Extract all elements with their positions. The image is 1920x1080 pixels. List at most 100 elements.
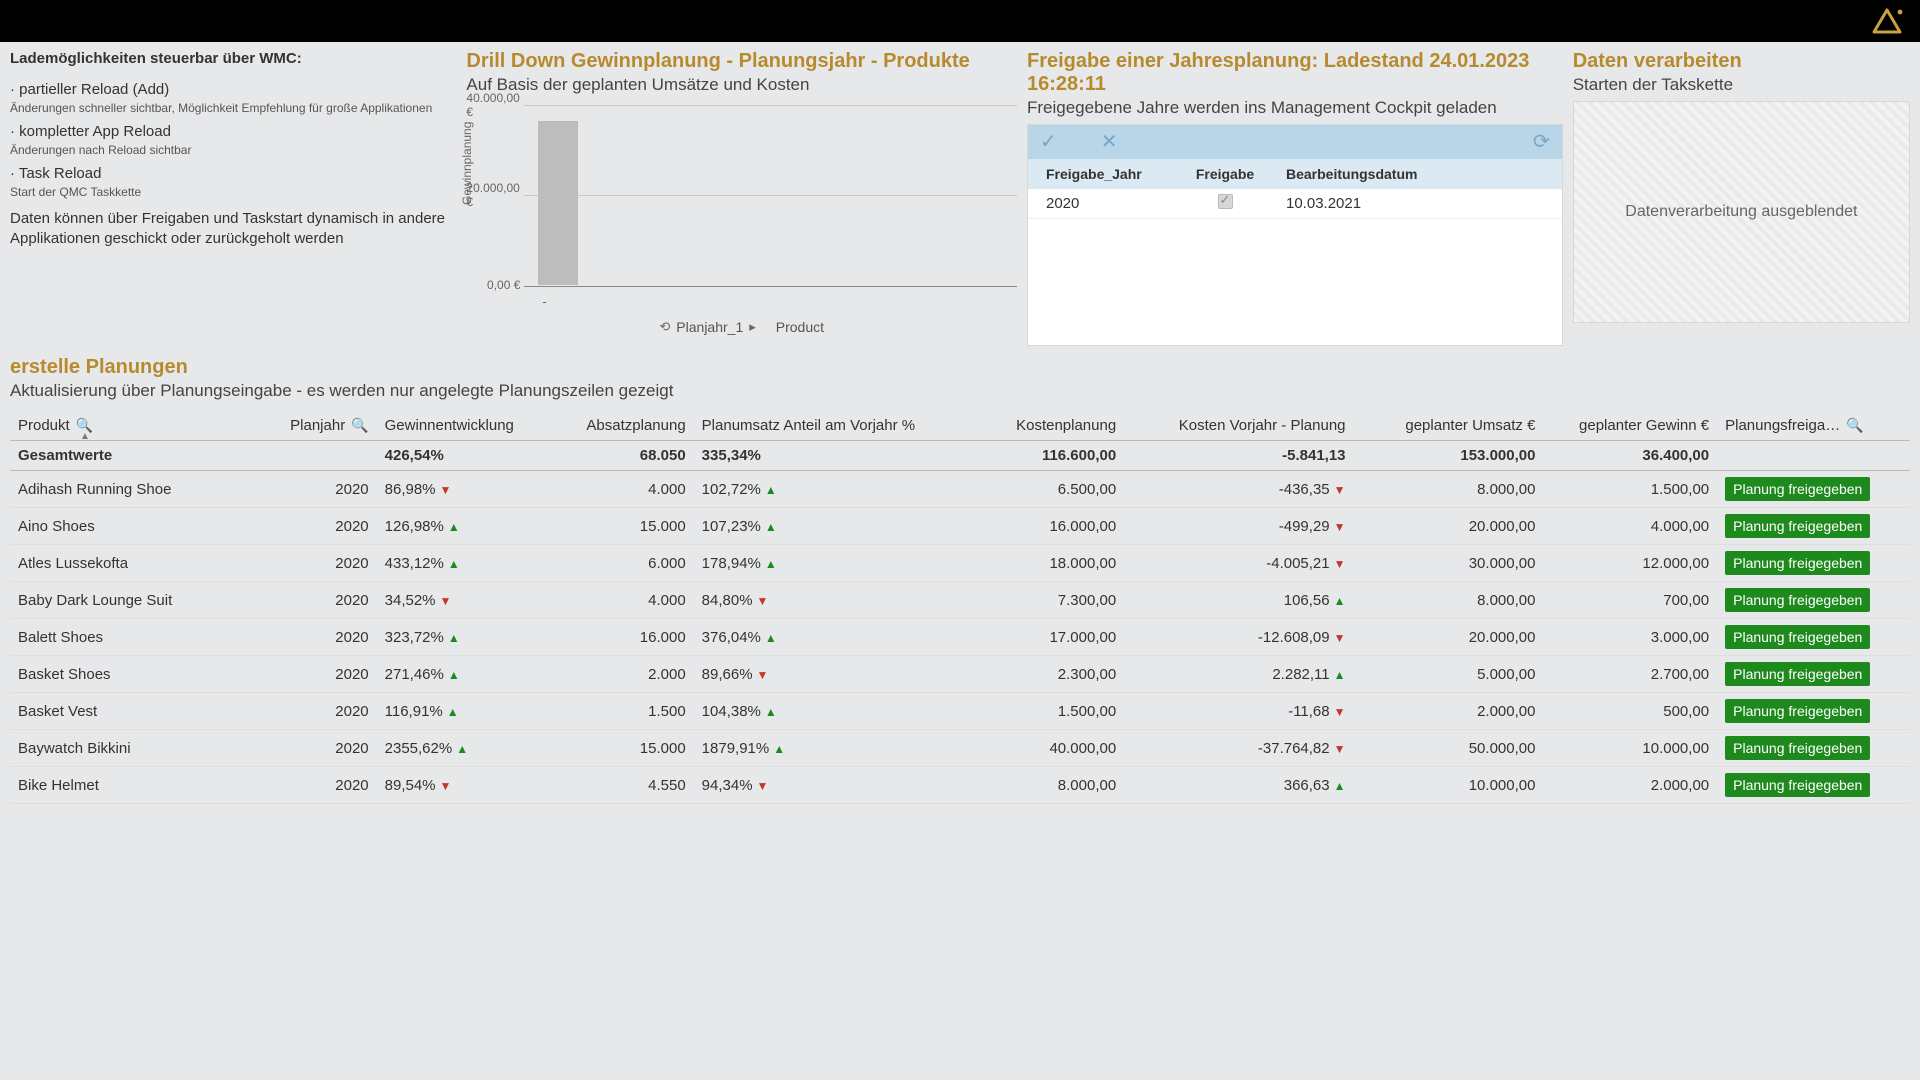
cell-planjahr: 2020 — [270, 619, 377, 656]
release-row[interactable]: 202010.03.2021 — [1028, 189, 1562, 219]
cell-umsatz: 2.000,00 — [1354, 693, 1544, 730]
col-freigabe-jahr[interactable]: Freigabe_Jahr — [1040, 166, 1170, 182]
confirm-icon[interactable]: ✓ — [1040, 132, 1057, 152]
chart-dim-1[interactable]: Planjahr_1 — [676, 319, 743, 335]
col-absatzplanung[interactable]: Absatzplanung — [550, 411, 694, 441]
cell-umsatz: 30.000,00 — [1354, 545, 1544, 582]
table-row[interactable]: Bike Helmet202089,54%▼4.55094,34%▼8.000,… — [10, 767, 1910, 804]
table-row[interactable]: Aino Shoes2020126,98%▲15.000107,23%▲16.0… — [10, 508, 1910, 545]
col-planumsatz-vorjahr[interactable]: Planumsatz Anteil am Vorjahr % — [694, 411, 940, 441]
plan-section: erstelle Planungen Aktualisierung über P… — [0, 352, 1920, 804]
cell-produkt: Baywatch Bikkini — [10, 730, 270, 767]
trend-up-icon: ▲ — [1334, 594, 1346, 608]
cell-kostendiff: -4.005,21▼ — [1124, 545, 1353, 582]
search-icon[interactable]: 🔍 — [1846, 417, 1863, 433]
total-kostendiff: -5.841,13 — [1124, 441, 1353, 471]
status-badge: Planung freigegeben — [1725, 477, 1870, 501]
col-geplanter-gewinn[interactable]: geplanter Gewinn € — [1543, 411, 1717, 441]
cell-kostendiff: 2.282,11▲ — [1124, 656, 1353, 693]
cell-absatz: 4.000 — [550, 471, 694, 508]
trend-up-icon: ▲ — [765, 631, 777, 645]
total-row: Gesamtwerte426,54%68.050335,34%116.600,0… — [10, 441, 1910, 471]
cell-absatz: 15.000 — [550, 730, 694, 767]
table-row[interactable]: Baby Dark Lounge Suit202034,52%▼4.00084,… — [10, 582, 1910, 619]
cell-kostendiff: -436,35▼ — [1124, 471, 1353, 508]
release-checkbox[interactable] — [1218, 194, 1233, 209]
cell-gewinn-e: 1.500,00 — [1543, 471, 1717, 508]
col-bearbeitungsdatum[interactable]: Bearbeitungsdatum — [1280, 166, 1550, 182]
drill-forward-icon[interactable]: ▸ — [749, 319, 756, 335]
chart-x-category: - — [542, 294, 546, 309]
cell-planjahr: 2020 — [270, 508, 377, 545]
cell-absatz: 4.550 — [550, 767, 694, 804]
drill-back-icon[interactable]: ⟲ — [659, 319, 670, 335]
cancel-icon[interactable]: ✕ — [1101, 132, 1118, 152]
cell-kosten: 18.000,00 — [940, 545, 1124, 582]
cell-planjahr: 2020 — [270, 582, 377, 619]
table-row[interactable]: Balett Shoes2020323,72%▲16.000376,04%▲17… — [10, 619, 1910, 656]
col-planungsfreigabe[interactable]: Planungsfreiga…🔍 — [1717, 411, 1910, 441]
chart-x-axis — [524, 286, 1017, 287]
cell-kostendiff: -499,29▼ — [1124, 508, 1353, 545]
trend-up-icon: ▲ — [765, 705, 777, 719]
table-row[interactable]: Atles Lussekofta2020433,12%▲6.000178,94%… — [10, 545, 1910, 582]
cell-gewinn: 89,54%▼ — [377, 767, 551, 804]
cell-absatz: 6.000 — [550, 545, 694, 582]
chart-bar[interactable] — [538, 121, 578, 285]
reload-heading: Lademöglichkeiten steuerbar über WMC: — [10, 50, 456, 67]
process-placeholder: Datenverarbeitung ausgeblendet — [1573, 101, 1910, 323]
cell-vorjahr: 107,23%▲ — [694, 508, 940, 545]
trend-up-icon: ▲ — [1334, 668, 1346, 682]
cell-freigabe: Planung freigegeben — [1717, 730, 1910, 767]
process-subtitle: Starten der Takskette — [1573, 75, 1910, 95]
cell-kosten: 8.000,00 — [940, 767, 1124, 804]
cell-freigabe: Planung freigegeben — [1717, 693, 1910, 730]
chart-subtitle: Auf Basis der geplanten Umsätze und Kost… — [466, 75, 1017, 95]
total-absatz: 68.050 — [550, 441, 694, 471]
cell-gewinn: 2355,62%▲ — [377, 730, 551, 767]
trend-down-icon: ▼ — [1334, 557, 1346, 571]
cell-gewinn: 86,98%▼ — [377, 471, 551, 508]
trend-up-icon: ▲ — [447, 705, 459, 719]
cell-gewinn-e: 12.000,00 — [1543, 545, 1717, 582]
release-title: Freigabe einer Jahresplanung: Ladestand … — [1027, 50, 1563, 96]
cell-produkt: Balett Shoes — [10, 619, 270, 656]
table-row[interactable]: Basket Vest2020116,91%▲1.500104,38%▲1.50… — [10, 693, 1910, 730]
col-kosten-vorjahr-diff[interactable]: Kosten Vorjahr - Planung — [1124, 411, 1353, 441]
table-row[interactable]: Adihash Running Shoe202086,98%▼4.000102,… — [10, 471, 1910, 508]
table-row[interactable]: Basket Shoes2020271,46%▲2.00089,66%▼2.30… — [10, 656, 1910, 693]
col-kostenplanung[interactable]: Kostenplanung — [940, 411, 1124, 441]
chart-panel: Drill Down Gewinnplanung - Planungsjahr … — [466, 50, 1017, 346]
cell-gewinn: 34,52%▼ — [377, 582, 551, 619]
refresh-icon[interactable]: ⟳ — [1533, 132, 1550, 152]
table-row[interactable]: Baywatch Bikkini20202355,62%▲15.0001879,… — [10, 730, 1910, 767]
cell-absatz: 2.000 — [550, 656, 694, 693]
col-geplanter-umsatz[interactable]: geplanter Umsatz € — [1354, 411, 1544, 441]
trend-down-icon: ▼ — [1334, 483, 1346, 497]
cell-planjahr: 2020 — [270, 471, 377, 508]
cell-kosten: 7.300,00 — [940, 582, 1124, 619]
trend-down-icon: ▼ — [1334, 631, 1346, 645]
cell-vorjahr: 178,94%▲ — [694, 545, 940, 582]
col-produkt[interactable]: Produkt🔍 ▲ — [10, 411, 270, 441]
trend-down-icon: ▼ — [757, 779, 769, 793]
cell-gewinn-e: 500,00 — [1543, 693, 1717, 730]
chart-area[interactable]: Gewinnplanung 40.000,00 € 20.000,00 € 0,… — [466, 105, 1017, 315]
cell-freigabe: Planung freigegeben — [1717, 619, 1910, 656]
trend-down-icon: ▼ — [1334, 742, 1346, 756]
chart-dim-2[interactable]: Product — [776, 319, 824, 335]
col-freigabe[interactable]: Freigabe — [1170, 166, 1280, 182]
col-planjahr[interactable]: Planjahr🔍 — [270, 411, 377, 441]
cell-kostendiff: -12.608,09▼ — [1124, 619, 1353, 656]
cell-gewinn: 271,46%▲ — [377, 656, 551, 693]
cell-freigabe: Planung freigegeben — [1717, 582, 1910, 619]
cell-vorjahr: 89,66%▼ — [694, 656, 940, 693]
cell-kostendiff: -37.764,82▼ — [1124, 730, 1353, 767]
search-icon[interactable]: 🔍 — [351, 417, 368, 433]
status-badge: Planung freigegeben — [1725, 736, 1870, 760]
cell-kosten: 2.300,00 — [940, 656, 1124, 693]
status-badge: Planung freigegeben — [1725, 773, 1870, 797]
col-gewinnentwicklung[interactable]: Gewinnentwicklung — [377, 411, 551, 441]
total-gewinn: 426,54% — [377, 441, 551, 471]
trend-up-icon: ▲ — [448, 557, 460, 571]
